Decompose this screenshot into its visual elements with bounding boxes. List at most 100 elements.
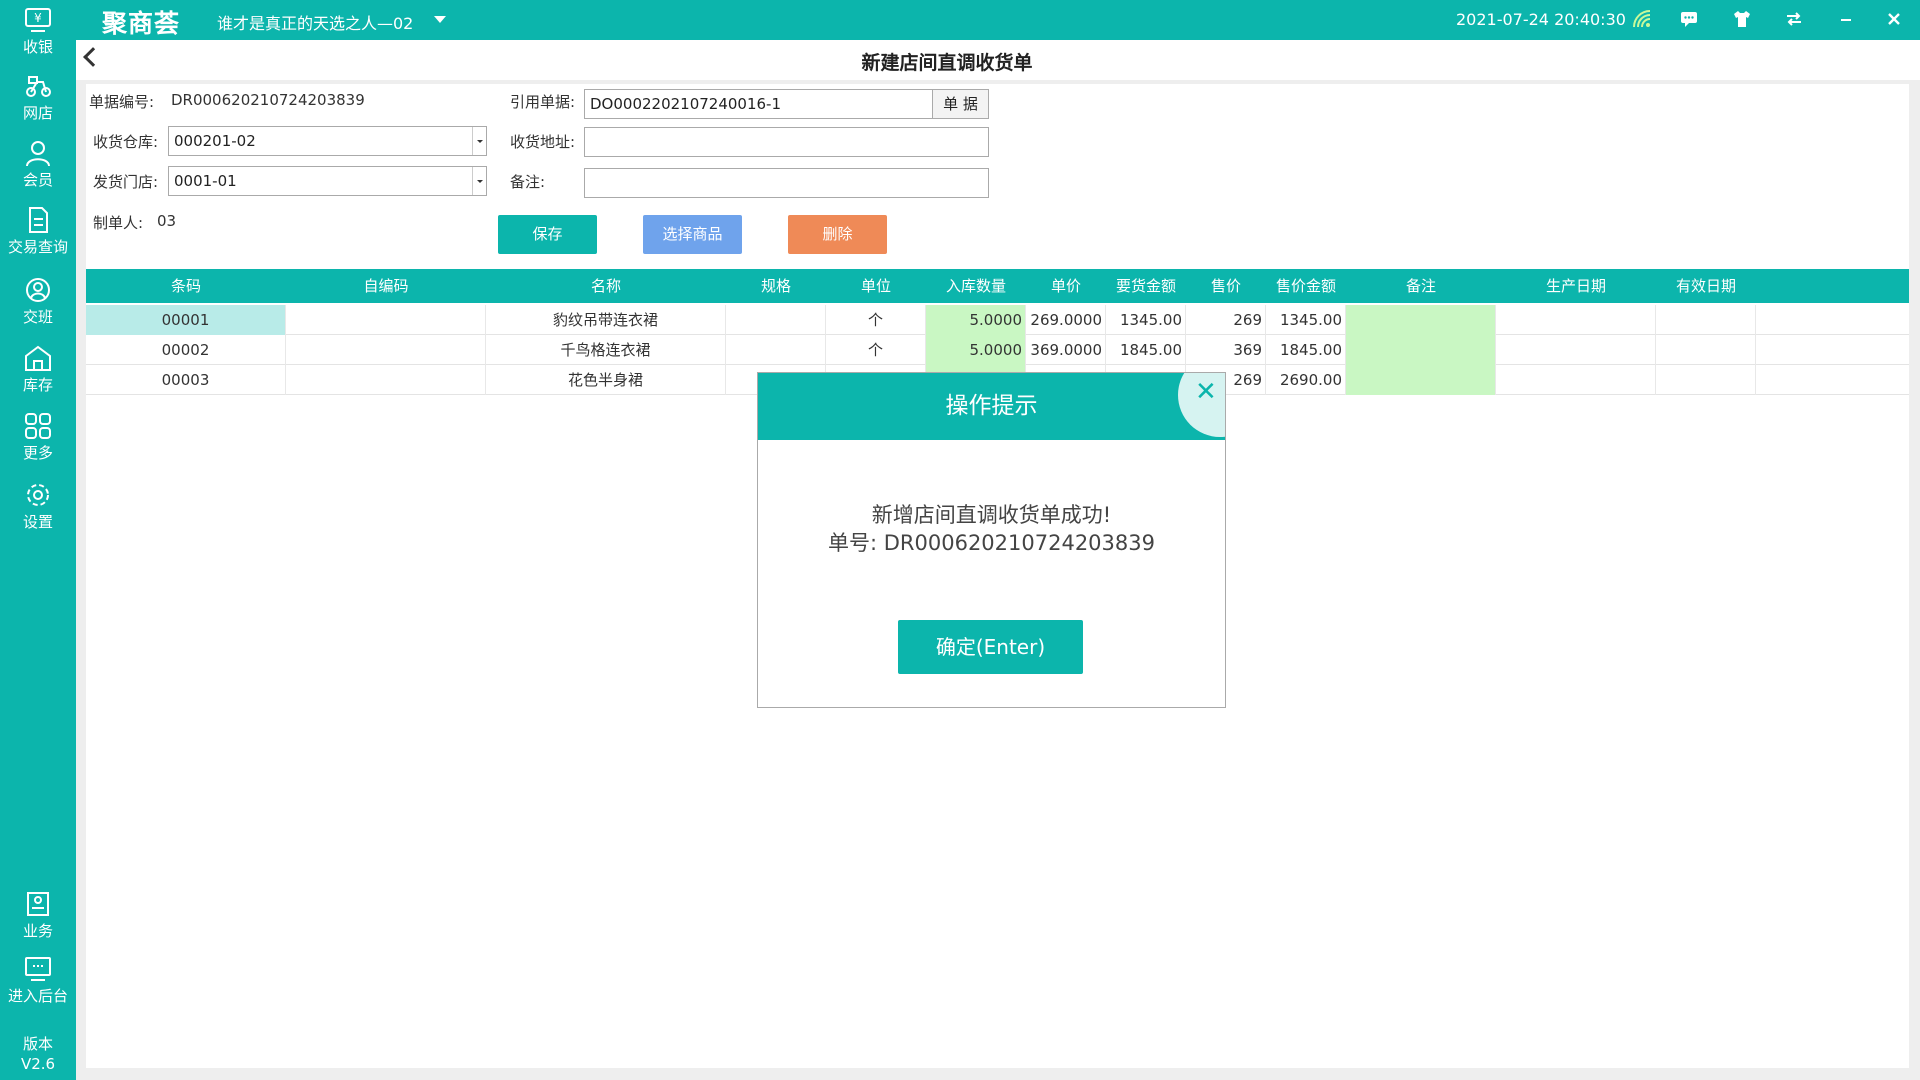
shirt-icon[interactable] [1730, 8, 1754, 32]
store-select[interactable]: 0001-01 [168, 166, 487, 196]
cashier-icon: ¥ [25, 8, 51, 32]
warehouse-value: 000201-02 [174, 132, 256, 150]
ref-doc-button[interactable]: 单 据 [932, 90, 988, 118]
save-button[interactable]: 保存 [498, 215, 597, 254]
cell-production-date[interactable] [1496, 305, 1656, 335]
store-value: 0001-01 [174, 172, 237, 190]
cell-note[interactable] [1346, 335, 1496, 365]
cell-code[interactable] [286, 365, 486, 395]
chevron-down-icon[interactable] [472, 167, 486, 195]
column-header[interactable]: 自编码 [286, 269, 486, 303]
cell-sale-amount[interactable]: 1345.00 [1266, 305, 1346, 335]
sidebar-item-label: 网店 [22, 104, 53, 122]
column-header[interactable]: 生产日期 [1496, 269, 1656, 303]
maker-value: 03 [157, 212, 177, 230]
sidebar-item-backend[interactable]: 进入后台 [0, 955, 76, 1006]
operation-dialog: 操作提示 ✕ 新增店间直调收货单成功! 单号: DR00062021072420… [757, 372, 1226, 708]
sidebar-item-more[interactable]: 更多 [0, 412, 76, 463]
cell-sale-amount[interactable]: 1845.00 [1266, 335, 1346, 365]
logo-text: 聚商荟 [102, 9, 181, 38]
address-input[interactable] [584, 127, 989, 157]
column-header[interactable]: 名称 [486, 269, 726, 303]
sidebar-item-cashier[interactable]: ¥ 收银 [0, 6, 76, 57]
cell-expiry-date[interactable] [1656, 335, 1756, 365]
sidebar-item-business[interactable]: 业务 [0, 890, 76, 941]
cell-amount[interactable]: 1845.00 [1106, 335, 1186, 365]
cell-name[interactable]: 千鸟格连衣裙 [486, 335, 726, 365]
cell-barcode[interactable]: 00002 [86, 335, 286, 365]
sidebar-item-settings[interactable]: 设置 [0, 481, 76, 532]
cell-amount[interactable]: 1345.00 [1106, 305, 1186, 335]
cell-unit-price[interactable]: 369.0000 [1026, 335, 1106, 365]
column-header[interactable]: 单价 [1026, 269, 1106, 303]
doc-no-label: 单据编号: [89, 93, 155, 111]
delete-button[interactable]: 删除 [788, 215, 887, 254]
note-input[interactable] [584, 168, 989, 198]
page-title: 新建店间直调收货单 [861, 52, 1033, 74]
ref-doc-value: DO0002202107240016-1 [590, 95, 782, 113]
warehouse-label: 收货仓库: [93, 133, 159, 151]
cell-expiry-date[interactable] [1656, 365, 1756, 395]
switch-icon[interactable] [1782, 8, 1806, 32]
cell-sale-price[interactable]: 269 [1186, 305, 1266, 335]
cell-quantity[interactable]: 5.0000 [926, 335, 1026, 365]
table-row[interactable]: 00002 千鸟格连衣裙 个 5.0000 369.0000 1845.00 3… [86, 335, 1909, 365]
column-header[interactable]: 售价 [1186, 269, 1266, 303]
close-icon[interactable]: ✕ [1195, 377, 1217, 407]
store-selector[interactable]: 谁才是真正的天选之人—02 [217, 10, 413, 34]
sidebar-item-label: 业务 [22, 922, 53, 940]
grid-icon [25, 413, 51, 439]
cell-spec[interactable] [726, 335, 826, 365]
sidebar-item-shift[interactable]: 交班 [0, 276, 76, 327]
cell-spec[interactable] [726, 305, 826, 335]
column-header[interactable]: 要货金额 [1106, 269, 1186, 303]
dialog-message-line: 新增店间直调收货单成功! [871, 503, 1112, 527]
cell-sale-price[interactable]: 369 [1186, 335, 1266, 365]
column-header[interactable]: 备注 [1346, 269, 1496, 303]
cell-name[interactable]: 花色半身裙 [486, 365, 726, 395]
sidebar-item-transactions[interactable]: 交易查询 [0, 206, 76, 257]
cell-note[interactable] [1346, 365, 1496, 395]
cell-production-date[interactable] [1496, 335, 1656, 365]
store-dropdown-icon[interactable] [434, 16, 446, 23]
chevron-down-icon[interactable] [472, 127, 486, 155]
cell-name[interactable]: 豹纹吊带连衣裙 [486, 305, 726, 335]
table-row[interactable]: 00001 豹纹吊带连衣裙 个 5.0000 269.0000 1345.00 … [86, 305, 1909, 335]
column-header[interactable]: 条码 [86, 269, 286, 303]
cell-note[interactable] [1346, 305, 1496, 335]
cell-barcode[interactable]: 00001 [86, 305, 286, 335]
cell-unit[interactable]: 个 [826, 335, 926, 365]
cell-barcode[interactable]: 00003 [86, 365, 286, 395]
minimize-icon[interactable] [1834, 8, 1858, 32]
sidebar-item-label: 库存 [22, 376, 53, 394]
sidebar-item-inventory[interactable]: 库存 [0, 344, 76, 395]
shift-icon [26, 278, 50, 302]
cell-code[interactable] [286, 305, 486, 335]
cell-production-date[interactable] [1496, 365, 1656, 395]
sidebar-item-member[interactable]: 会员 [0, 139, 76, 190]
cell-quantity[interactable]: 5.0000 [926, 305, 1026, 335]
column-header[interactable]: 入库数量 [926, 269, 1026, 303]
column-header[interactable]: 规格 [726, 269, 826, 303]
ref-doc-input[interactable]: DO0002202107240016-1 单 据 [584, 89, 989, 119]
confirm-button[interactable]: 确定(Enter) [898, 620, 1083, 674]
warehouse-select[interactable]: 000201-02 [168, 126, 487, 156]
wifi-icon[interactable] [1630, 8, 1654, 32]
cell-unit[interactable]: 个 [826, 305, 926, 335]
column-header[interactable]: 单位 [826, 269, 926, 303]
cell-unit-price[interactable]: 269.0000 [1026, 305, 1106, 335]
cell-expiry-date[interactable] [1656, 305, 1756, 335]
version-info: 版本 V2.6 [0, 1034, 76, 1074]
business-icon [27, 892, 49, 916]
store-label: 发货门店: [93, 173, 159, 191]
column-header[interactable]: 有效日期 [1656, 269, 1756, 303]
table-header: 条码 自编码 名称 规格 单位 入库数量 单价 要货金额 售价 售价金额 备注 … [86, 269, 1909, 303]
cell-sale-amount[interactable]: 2690.00 [1266, 365, 1346, 395]
close-icon[interactable] [1882, 8, 1906, 32]
message-icon[interactable] [1677, 8, 1701, 32]
version-label: 版本 [22, 1035, 53, 1053]
choose-goods-button[interactable]: 选择商品 [643, 215, 742, 254]
cell-code[interactable] [286, 335, 486, 365]
column-header[interactable]: 售价金额 [1266, 269, 1346, 303]
sidebar-item-online-store[interactable]: 网店 [0, 72, 76, 123]
